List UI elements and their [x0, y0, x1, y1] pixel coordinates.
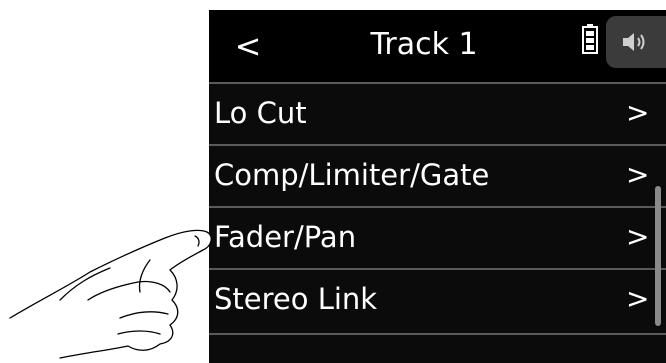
pointing-hand-illustration	[9, 229, 212, 359]
